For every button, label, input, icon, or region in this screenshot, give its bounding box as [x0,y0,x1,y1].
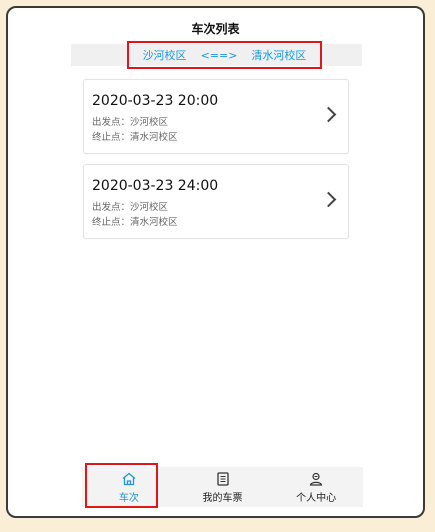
tab-label: 个人中心 [296,492,337,504]
chevron-right-icon[interactable] [320,191,337,208]
route-swap-arrow[interactable]: <==> [201,49,238,62]
chevron-right-icon[interactable] [320,106,337,123]
route-selector[interactable]: 沙河校区 <==> 清水河校区 [127,41,322,69]
tab-profile[interactable]: 个人中心 [269,467,363,507]
tab-my-tickets[interactable]: 我的车票 [176,467,270,507]
trip-card[interactable]: 2020-03-23 20:00 出发点：沙河校区 终止点：清水河校区 [83,79,349,154]
tab-label: 我的车票 [202,492,243,504]
trip-card[interactable]: 2020-03-23 24:00 出发点：沙河校区 终止点：清水河校区 [83,164,349,239]
route-to[interactable]: 清水河校区 [251,47,306,63]
ticket-icon [216,471,229,486]
trip-time: 2020-03-23 24:00 [92,178,219,194]
user-icon [309,472,323,486]
trip-origin: 出发点：沙河校区 [92,202,169,213]
trip-destination: 终止点：清水河校区 [92,217,178,228]
phone-frame: 车次列表 沙河校区 <==> 清水河校区 2020-03-23 20:00 出发… [6,6,425,518]
trip-destination: 终止点：清水河校区 [92,132,178,143]
route-from[interactable]: 沙河校区 [143,47,187,63]
trip-time: 2020-03-23 20:00 [92,93,219,109]
page-title: 车次列表 [191,22,240,36]
trip-origin: 出发点：沙河校区 [92,117,169,128]
tab-highlight-box [85,463,158,508]
